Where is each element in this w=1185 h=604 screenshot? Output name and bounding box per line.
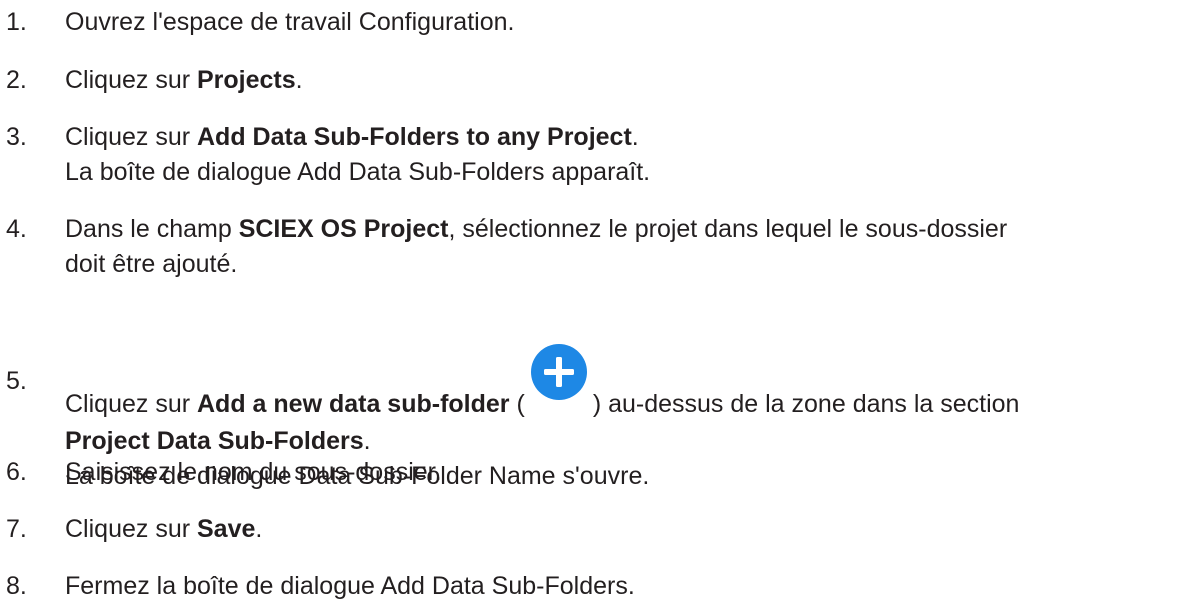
step-number: 3. xyxy=(6,123,27,151)
step-text: Cliquez sur Add Data Sub-Folders to any … xyxy=(65,120,1180,190)
step-number: 8. xyxy=(6,572,27,600)
ui-term-add-new-data-sub-folder: Add a new data sub-folder xyxy=(197,390,510,418)
step-text: Cliquez sur Projects. xyxy=(65,63,1180,98)
step-number: 7. xyxy=(6,515,27,543)
instruction-prefix: Cliquez sur xyxy=(65,515,197,543)
instruction: Fermez la boîte de dialogue Add Data Sub… xyxy=(65,572,635,600)
step-number: 4. xyxy=(6,215,27,243)
instruction-prefix: Dans le champ xyxy=(65,215,239,243)
ui-term-save: Save xyxy=(197,515,256,543)
step-text: Saisissez le nom du sous-dossier. xyxy=(65,455,1180,490)
instruction-suffix: . xyxy=(631,123,639,151)
instruction-suffix: . xyxy=(363,427,371,455)
ui-term-projects: Projects xyxy=(197,66,296,94)
ui-term-add-data-sub-folders: Add Data Sub-Folders to any Project xyxy=(197,123,632,151)
ui-term-project-data-sub-folders: Project Data Sub-Folders xyxy=(65,427,364,455)
step-text: Fermez la boîte de dialogue Add Data Sub… xyxy=(65,569,1180,604)
instruction-prefix: Cliquez sur xyxy=(65,123,197,151)
instruction-continuation: Project Data Sub-Folders. xyxy=(65,424,1180,459)
instruction: Dans le champ SCIEX OS Project, sélectio… xyxy=(65,212,1180,247)
add-circle-icon-graphic xyxy=(530,344,587,400)
instruction: Ouvrez l'espace de travail Configuration… xyxy=(65,8,515,36)
step-text: Dans le champ SCIEX OS Project, sélectio… xyxy=(65,212,1180,282)
instruction-suffix: . xyxy=(255,515,263,543)
instruction-continuation: doit être ajouté. xyxy=(65,250,238,278)
step-result: La boîte de dialogue Add Data Sub-Folder… xyxy=(65,158,651,186)
instruction-prefix: Cliquez sur xyxy=(65,390,197,418)
instruction: Cliquez sur Add Data Sub-Folders to any … xyxy=(65,120,1180,155)
step-text: Cliquez sur Save. xyxy=(65,512,1180,547)
step-number: 1. xyxy=(6,8,27,36)
instruction-suffix: . xyxy=(295,66,303,94)
instruction: Cliquez sur Add a new data sub-folder ()… xyxy=(65,344,1180,424)
instruction: Cliquez sur Save. xyxy=(65,512,1180,547)
paren-open: ( xyxy=(509,390,525,418)
step-number: 5. xyxy=(6,367,27,395)
paren-close-text: ) au-dessus de la zone dans la section xyxy=(592,390,1020,418)
step-number: 6. xyxy=(6,458,27,486)
add-circle-icon xyxy=(529,344,589,424)
instruction: Saisissez le nom du sous-dossier. xyxy=(65,458,442,486)
step-text: Ouvrez l'espace de travail Configuration… xyxy=(65,5,1180,40)
ui-term-sciex-os-project: SCIEX OS Project xyxy=(238,215,449,243)
instruction-prefix: Cliquez sur xyxy=(65,66,197,94)
step-number: 2. xyxy=(6,66,27,94)
instruction-suffix: , sélectionnez le projet dans lequel le … xyxy=(448,215,1008,243)
instruction: Cliquez sur Projects. xyxy=(65,63,1180,98)
